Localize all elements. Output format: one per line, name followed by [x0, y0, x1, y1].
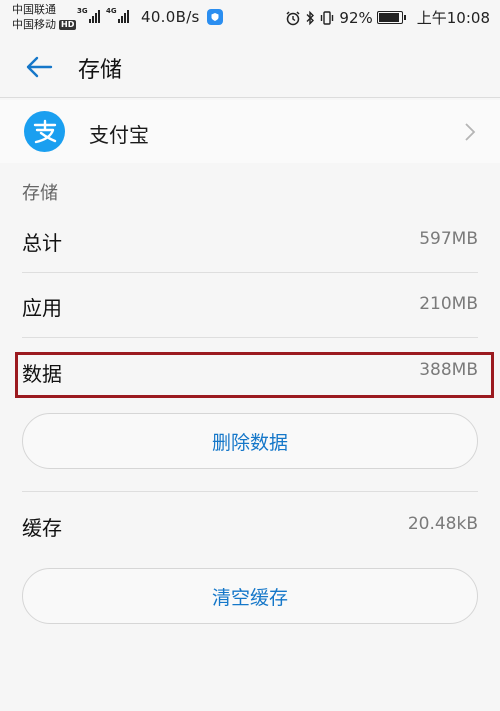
carrier-1-label: 中国联通 — [12, 3, 56, 16]
storage-row-cache: 缓存 20.48kB — [22, 493, 478, 557]
status-bar: 中国联通 中国移动 HD 3G 4G 40.0B/s 92% 上午10:08 — [0, 0, 500, 36]
battery-percent: 92% — [339, 8, 373, 27]
section-header-storage: 存储 — [22, 183, 58, 204]
alipay-logo-icon — [24, 111, 65, 152]
row-value: 20.48kB — [407, 514, 478, 534]
clock: 上午10:08 — [416, 9, 490, 27]
row-label: 总计 — [22, 231, 62, 255]
sim2-signal-icon: 4G — [106, 7, 129, 23]
row-value: 210MB — [419, 294, 478, 314]
battery-icon — [376, 11, 406, 24]
chevron-right-icon — [465, 123, 476, 141]
clear-cache-button[interactable]: 清空缓存 — [22, 568, 478, 624]
sim2-network-tag: 4G — [106, 7, 117, 15]
app-info-row[interactable]: 支付宝 — [0, 100, 500, 163]
hd-badge: HD — [59, 19, 77, 30]
row-label: 缓存 — [22, 516, 62, 540]
storage-row-total: 总计 597MB — [22, 208, 478, 272]
notification-app-icon — [207, 9, 223, 25]
network-speed: 40.0B/s — [141, 8, 200, 26]
app-bar: 存储 — [0, 36, 500, 98]
sim1-network-tag: 3G — [77, 7, 88, 15]
storage-row-apps: 应用 210MB — [22, 273, 478, 337]
carrier-info: 中国联通 中国移动 HD — [12, 2, 77, 32]
sim1-signal-icon: 3G — [77, 7, 100, 23]
back-button[interactable] — [20, 48, 58, 86]
delete-data-button[interactable]: 删除数据 — [22, 413, 478, 469]
divider — [22, 337, 478, 338]
highlight-annotation-box — [15, 352, 494, 398]
status-right-group: 92% 上午10:08 — [285, 7, 490, 28]
alarm-icon — [285, 10, 301, 26]
page-title: 存储 — [78, 58, 123, 83]
row-label: 应用 — [22, 296, 62, 320]
divider — [22, 491, 478, 492]
carrier-2-label: 中国移动 — [12, 18, 56, 31]
vibrate-icon — [319, 10, 335, 26]
bluetooth-icon — [305, 10, 315, 26]
app-name: 支付宝 — [89, 123, 149, 147]
arrow-left-icon — [26, 56, 53, 78]
row-value: 597MB — [419, 229, 478, 249]
